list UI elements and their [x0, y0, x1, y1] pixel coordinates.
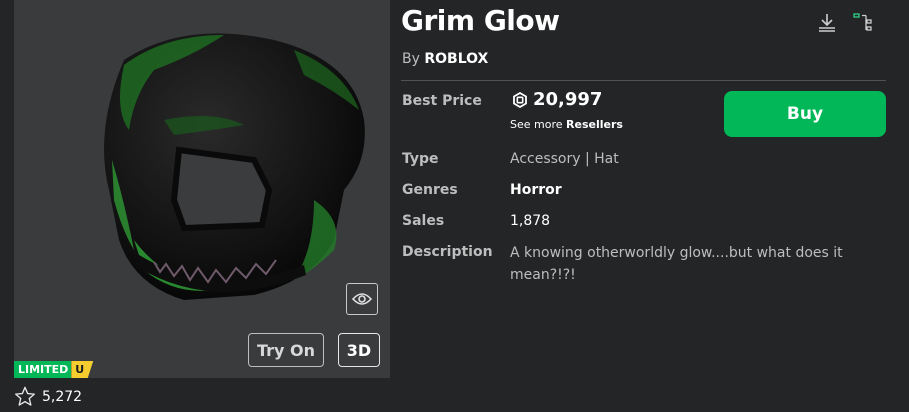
description-label: Description	[402, 244, 493, 260]
buy-button[interactable]: Buy	[724, 91, 886, 137]
type-label: Type	[402, 151, 439, 167]
see-more-resellers[interactable]: See more Resellers	[510, 118, 623, 131]
resellers-link[interactable]: Resellers	[566, 118, 623, 131]
eye-icon	[352, 293, 372, 305]
limited-label: LIMITED	[14, 361, 72, 378]
best-price-value: 20,997	[533, 89, 603, 110]
item-title: Grim Glow	[401, 4, 560, 37]
type-value: Accessory | Hat	[510, 151, 619, 167]
best-price: 20,997	[512, 89, 602, 110]
item-actions	[816, 12, 874, 34]
sales-label: Sales	[402, 213, 445, 229]
description-value: A knowing otherworldly glow....but what …	[510, 245, 843, 283]
limited-unique-badge: LIMITED U	[14, 361, 94, 378]
try-on-button[interactable]: Try On	[248, 333, 324, 367]
by-prefix: By	[402, 51, 420, 67]
creator-line: By ROBLOX	[402, 51, 488, 67]
genres-label: Genres	[402, 182, 458, 198]
three-d-button[interactable]: 3D	[338, 333, 380, 367]
see-more-prefix: See more	[510, 118, 563, 131]
robux-icon	[513, 91, 527, 108]
sales-value: 1,878	[510, 213, 551, 229]
download-icon[interactable]	[816, 12, 838, 34]
item-thumbnail: Try On 3D	[14, 0, 390, 378]
title-divider	[401, 80, 886, 81]
favorite-button[interactable]: 5,272	[14, 386, 82, 407]
favorites-count: 5,272	[42, 388, 83, 405]
hierarchy-icon[interactable]	[852, 12, 874, 34]
genre-link[interactable]: Horror	[510, 182, 562, 198]
star-icon	[15, 386, 35, 406]
best-price-label: Best Price	[402, 93, 482, 109]
view-in-3d-toggle-button[interactable]	[346, 283, 378, 315]
creator-link[interactable]: ROBLOX	[424, 51, 488, 67]
grim-glow-hat-image	[104, 33, 365, 300]
unique-label: U	[71, 361, 94, 378]
